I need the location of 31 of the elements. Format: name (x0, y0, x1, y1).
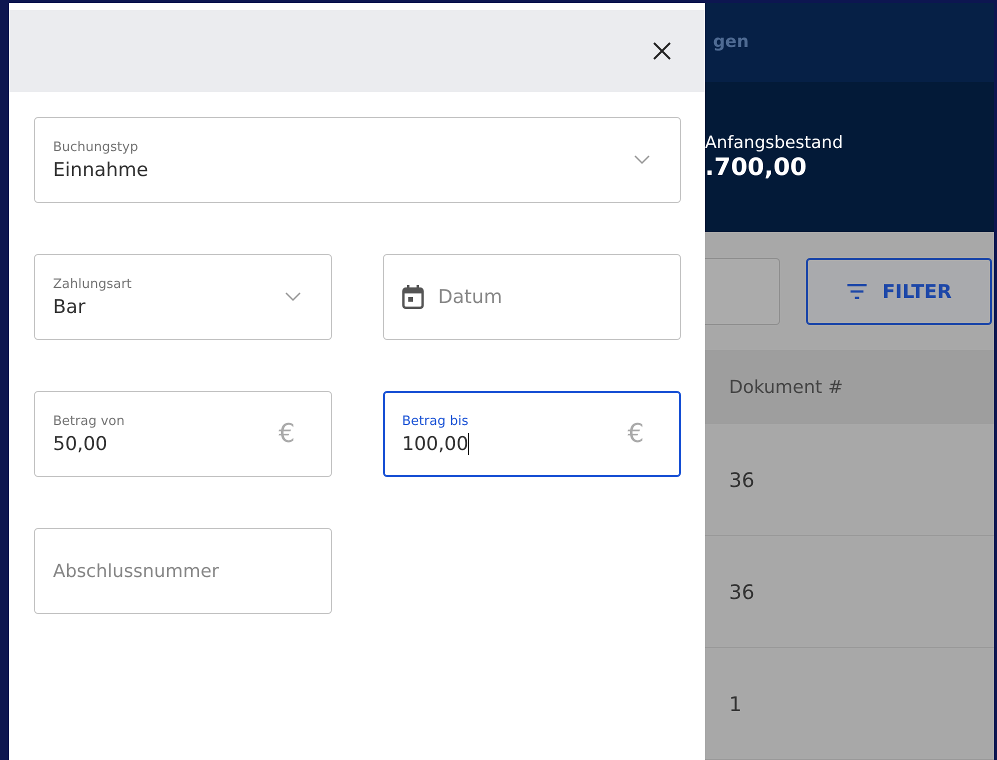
date-field[interactable]: Datum (383, 254, 681, 340)
column-header: Dokument # (729, 376, 844, 398)
field-label: Buchungstyp (53, 140, 140, 154)
balance-value: .700,00 (705, 152, 808, 181)
field-label: Betrag bis (402, 414, 470, 428)
currency-symbol: € (278, 419, 295, 449)
amount-field[interactable]: Betrag von 50,00 € (34, 391, 332, 477)
calendar-icon (402, 285, 424, 309)
field-value: Einnahme (53, 158, 150, 180)
filter-icon (846, 284, 868, 299)
select-field[interactable]: Buchungstyp Einnahme (34, 117, 681, 203)
close-icon[interactable] (652, 41, 672, 61)
field-value: 50,00 (53, 432, 108, 454)
select-field[interactable]: Zahlungsart Bar (34, 254, 332, 340)
balance-label: Anfangsbestand (705, 132, 844, 153)
chevron-down-icon (634, 155, 650, 165)
input-field[interactable]: Abschlussnummer (34, 528, 332, 614)
field-placeholder: Abschlussnummer (53, 560, 219, 582)
table-cell: 1 (729, 692, 742, 716)
table-cell: 36 (729, 580, 754, 604)
field-label: Betrag von (53, 414, 126, 428)
filter-button[interactable]: FILTER (806, 258, 992, 325)
currency-symbol: € (627, 419, 644, 449)
field-placeholder: Datum (438, 286, 502, 308)
table-cell: 36 (729, 468, 754, 492)
field-label: Zahlungsart (53, 276, 133, 292)
field-value: Bar (53, 296, 86, 318)
amount-field[interactable]: Betrag bis 100,00 € (383, 391, 681, 477)
field-value: 100,00 (402, 432, 470, 454)
search-field[interactable] (705, 258, 780, 325)
chevron-down-icon (285, 292, 301, 302)
